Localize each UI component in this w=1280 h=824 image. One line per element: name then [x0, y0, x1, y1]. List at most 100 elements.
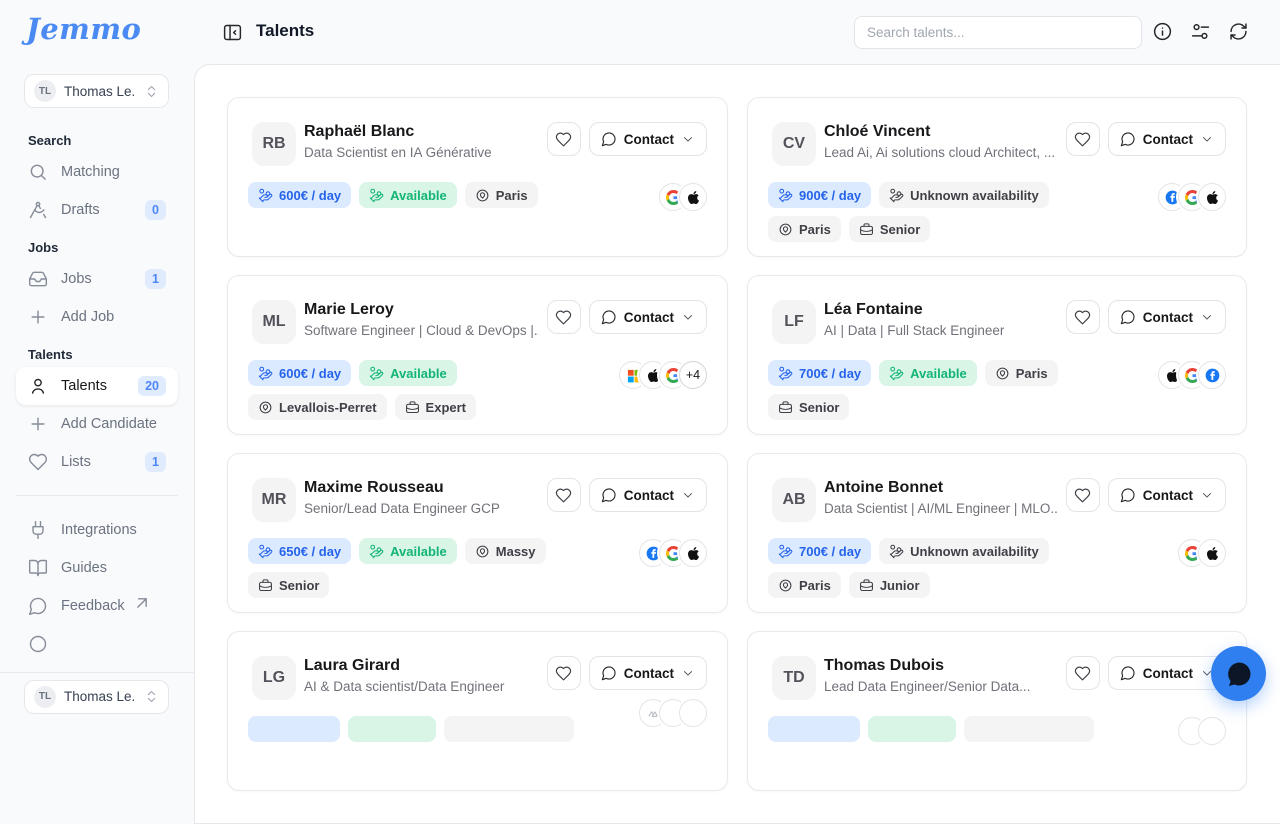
- contact-button[interactable]: Contact: [1107, 300, 1226, 334]
- talent-avatar: AB: [772, 478, 816, 522]
- apple-glyph: [1205, 546, 1220, 561]
- talent-card: CV Chloé Vincent Lead Ai, Ai solutions clo…: [747, 97, 1247, 257]
- sidebar-item-add-job[interactable]: Add Job: [16, 298, 178, 336]
- search-input[interactable]: [854, 16, 1142, 49]
- favorite-button[interactable]: [546, 656, 581, 690]
- account-switcher[interactable]: TL Thomas Le...: [24, 679, 169, 714]
- unknown-badge: Unknown availability: [879, 182, 1049, 208]
- sidebar-item-jobs[interactable]: Jobs 1: [16, 260, 178, 298]
- company-icons: [1158, 183, 1226, 211]
- plug-icon: [28, 520, 48, 540]
- hand-coins-icon: [889, 188, 904, 203]
- talent-avatar: ML: [252, 300, 296, 344]
- contact-button[interactable]: Contact: [588, 122, 707, 156]
- plus-icon: [28, 307, 48, 327]
- contact-label: Contact: [623, 309, 674, 325]
- more-companies-chip[interactable]: +4: [679, 361, 707, 389]
- sidebar-item-label: Guides: [61, 560, 107, 576]
- company-icons: [659, 183, 707, 211]
- badge-label: 600€ / day: [279, 187, 342, 203]
- message-circle-icon: [601, 665, 617, 681]
- sidebar-item-partial[interactable]: [16, 625, 178, 663]
- talent-info: Léa Fontaine AI | Data | Full Stack Engin…: [824, 300, 1058, 338]
- location-badge: Paris: [464, 182, 538, 208]
- chevron-down-icon: [681, 132, 695, 146]
- favorite-button[interactable]: [1065, 300, 1100, 334]
- badge-label: Paris: [799, 577, 831, 593]
- talent-card: RB Raphaël Blanc Data Scientist en IA Géné…: [227, 97, 728, 257]
- sidebar-item-label: Lists: [61, 454, 91, 470]
- sidebar-item-lists[interactable]: Lists 1: [16, 443, 178, 481]
- favorite-button[interactable]: [1065, 122, 1100, 156]
- location-badge: Massy: [464, 538, 546, 564]
- favorite-button[interactable]: [546, 300, 581, 334]
- heart-icon: [1074, 665, 1091, 682]
- available-badge: Available: [359, 538, 457, 564]
- favorite-button[interactable]: [1065, 478, 1100, 512]
- sidebar-item-label: Add Job: [61, 309, 115, 325]
- rate-badge: 650€ / day: [248, 538, 352, 564]
- sidebar-item-drafts[interactable]: Drafts 0: [16, 191, 178, 229]
- contact-button[interactable]: Contact: [588, 656, 707, 690]
- talent-badges: 700€ / day Unknown availability Paris Junio…: [768, 538, 1098, 598]
- sidebar-item-talents[interactable]: Talents 20: [16, 367, 178, 405]
- circle-icon: [28, 634, 48, 654]
- talent-card-header: AB Antoine Bonnet Data Scientist | AI/ML E…: [768, 478, 1226, 522]
- talent-avatar: MR: [252, 478, 296, 522]
- sidebar-collapse-button[interactable]: [222, 22, 243, 43]
- map-pin-circle-icon: [778, 578, 793, 593]
- heart-icon: [1074, 309, 1091, 326]
- talent-card-header: ML Marie Leroy Software Engineer | Cloud &…: [248, 300, 707, 344]
- sidebar-item-label: Talents: [61, 378, 107, 394]
- sidebar-item-feedback[interactable]: Feedback: [16, 587, 178, 625]
- apple-icon: [1198, 183, 1226, 211]
- sidebar-item-integrations[interactable]: Integrations: [16, 511, 178, 549]
- sidebar-item-add-candidate[interactable]: Add Candidate: [16, 405, 178, 443]
- refresh-icon[interactable]: [1228, 21, 1249, 42]
- company-icons: [639, 699, 707, 727]
- chat-fab[interactable]: [1211, 646, 1266, 701]
- company-icons: [1178, 717, 1226, 745]
- favorite-button[interactable]: [546, 122, 581, 156]
- badge-label: Available: [390, 543, 447, 559]
- talent-badges: 650€ / day Available Massy Senior: [248, 538, 578, 598]
- section-heading-jobs: Jobs: [28, 240, 59, 255]
- sidebar-item-label: Integrations: [61, 522, 137, 538]
- contact-button[interactable]: Contact: [1107, 122, 1226, 156]
- hand-coins-icon: [778, 366, 793, 381]
- talent-badges: 600€ / day Available Paris: [248, 182, 578, 208]
- drafting-compass-icon: [28, 200, 48, 220]
- sidebar-item-label: Feedback: [61, 598, 125, 614]
- filter-sliders-icon[interactable]: [1190, 21, 1211, 42]
- map-pin-circle-icon: [475, 544, 490, 559]
- talent-badges: 700€ / day Available Paris Senior: [768, 360, 1098, 420]
- talent-card-header: CV Chloé Vincent Lead Ai, Ai solutions clo…: [768, 122, 1226, 166]
- talent-subtitle: AI & Data scientist/Data Engineer: [304, 679, 505, 694]
- sidebar-item-guides[interactable]: Guides: [16, 549, 178, 587]
- talent-subtitle: Data Scientist | AI/ML Engineer | MLO...: [824, 501, 1058, 516]
- talent-card: LG Laura Girard AI & Data scientist/Data E…: [227, 631, 728, 791]
- workspace-switcher[interactable]: TL Thomas Le...: [24, 74, 169, 108]
- info-icon[interactable]: [1152, 21, 1173, 42]
- hand-coins-icon: [258, 188, 273, 203]
- talent-info: Marie Leroy Software Engineer | Cloud & D…: [304, 300, 539, 338]
- contact-button[interactable]: Contact: [588, 478, 707, 512]
- contact-button[interactable]: Contact: [1107, 478, 1226, 512]
- badge-label: Paris: [495, 187, 528, 203]
- contact-label: Contact: [1142, 487, 1193, 503]
- map-pin-circle-icon: [475, 188, 490, 203]
- heart-icon: [555, 309, 572, 326]
- briefcase-icon: [778, 400, 793, 415]
- contact-button[interactable]: Contact: [1107, 656, 1226, 690]
- sidebar-nav: Search Matching Drafts 0 Jobs Jobs 1 Add…: [0, 122, 194, 663]
- contact-button[interactable]: Contact: [588, 300, 707, 334]
- sidebar-item-matching[interactable]: Matching: [16, 153, 178, 191]
- briefcase-icon: [859, 222, 874, 237]
- talent-avatar: RB: [252, 122, 296, 166]
- company-icons: [1158, 361, 1226, 389]
- favorite-button[interactable]: [1065, 656, 1100, 690]
- top-header: Talents: [194, 0, 1280, 64]
- favorite-button[interactable]: [546, 478, 581, 512]
- talent-info: Antoine Bonnet Data Scientist | AI/ML Eng…: [824, 478, 1058, 516]
- talent-actions: Contact: [546, 478, 707, 512]
